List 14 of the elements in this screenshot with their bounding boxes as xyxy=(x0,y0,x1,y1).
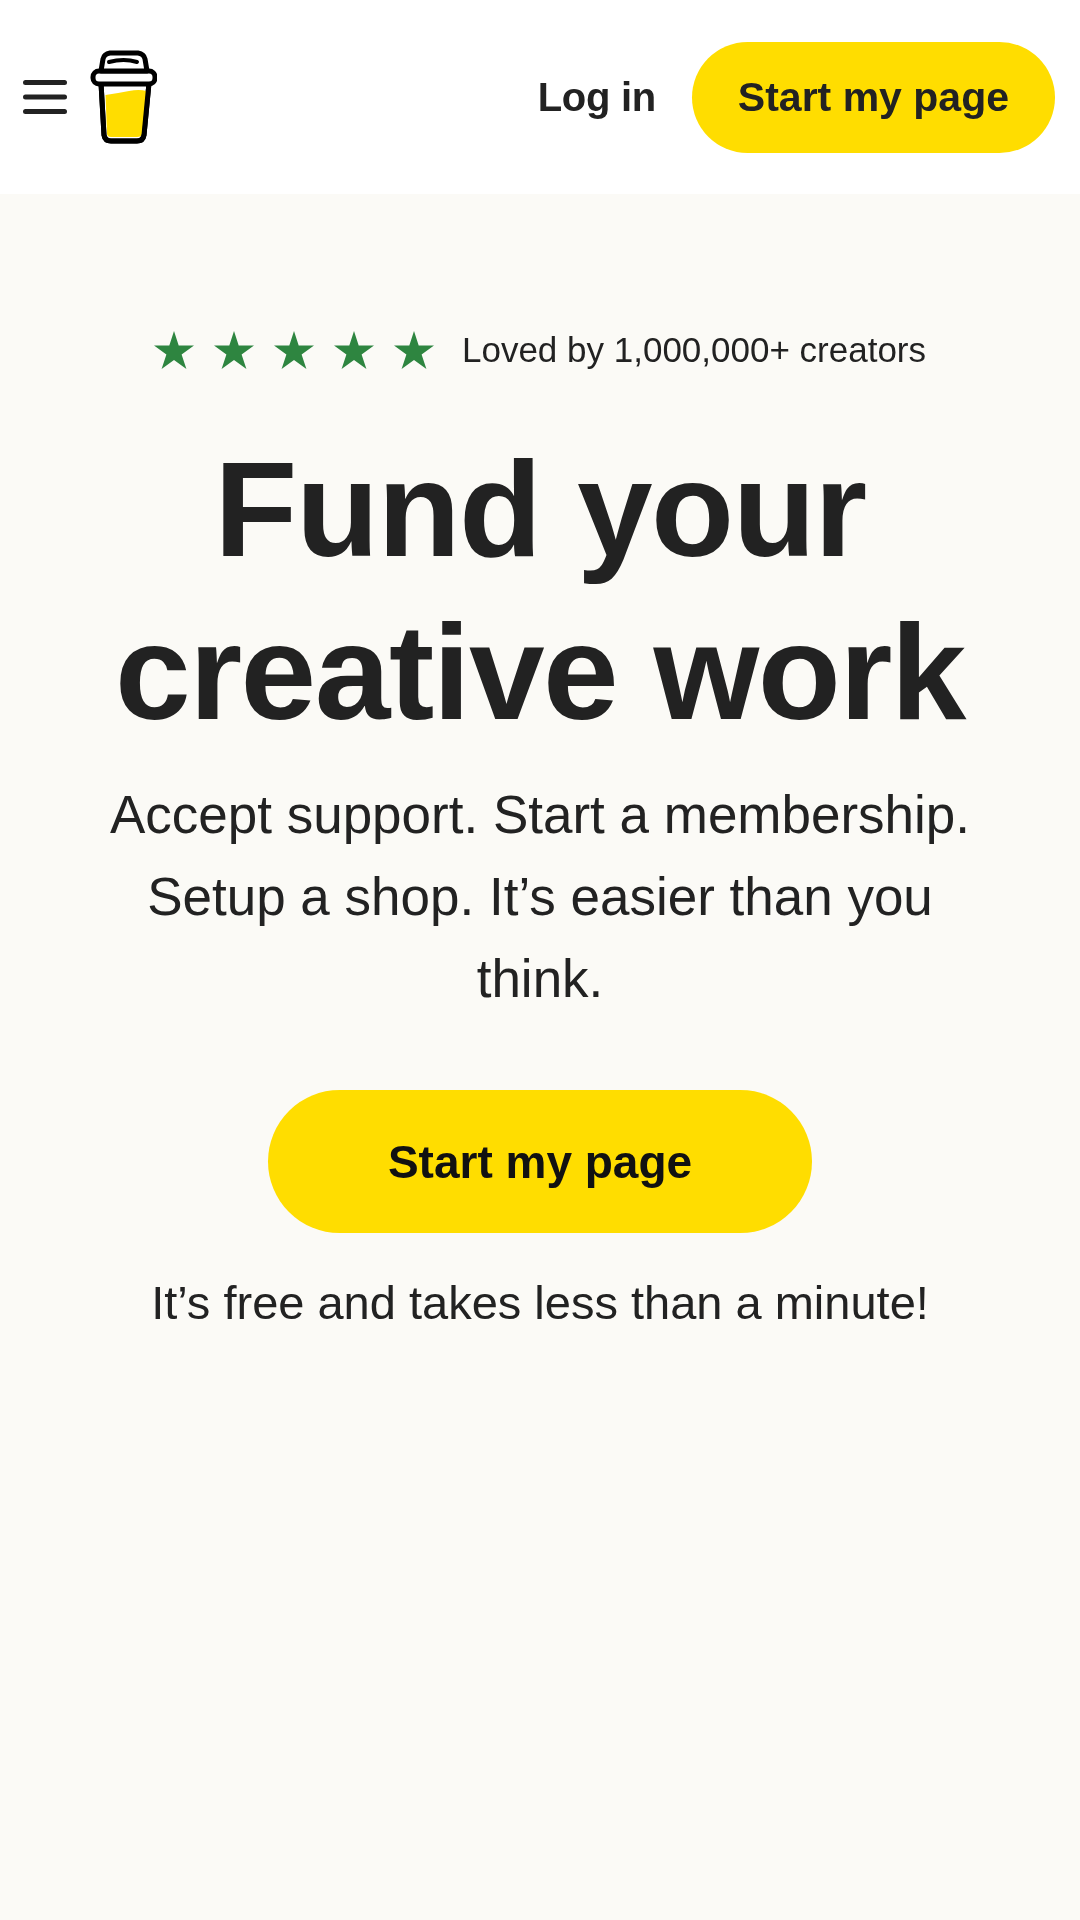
star-icon xyxy=(153,331,194,369)
star-icon xyxy=(393,331,434,369)
start-page-button[interactable]: Start my page xyxy=(691,41,1055,153)
hero-description: Accept support. Start a membership. Setup a shop. It’s easier than you think. xyxy=(108,784,972,1010)
cup-logo-icon[interactable] xyxy=(89,49,157,145)
star-icon xyxy=(333,331,374,369)
hero-heading: Fund your creative work xyxy=(114,432,967,750)
start-page-button[interactable]: Start my page xyxy=(267,1090,813,1233)
rating-text: Loved by 1,000,000+ creators xyxy=(461,330,927,370)
menu-icon[interactable] xyxy=(23,80,67,114)
star-icon xyxy=(213,331,254,369)
star-icon xyxy=(273,331,314,369)
free-note-text: It’s free and takes less than a minute! xyxy=(151,1275,929,1330)
login-link[interactable]: Log in xyxy=(537,74,656,120)
